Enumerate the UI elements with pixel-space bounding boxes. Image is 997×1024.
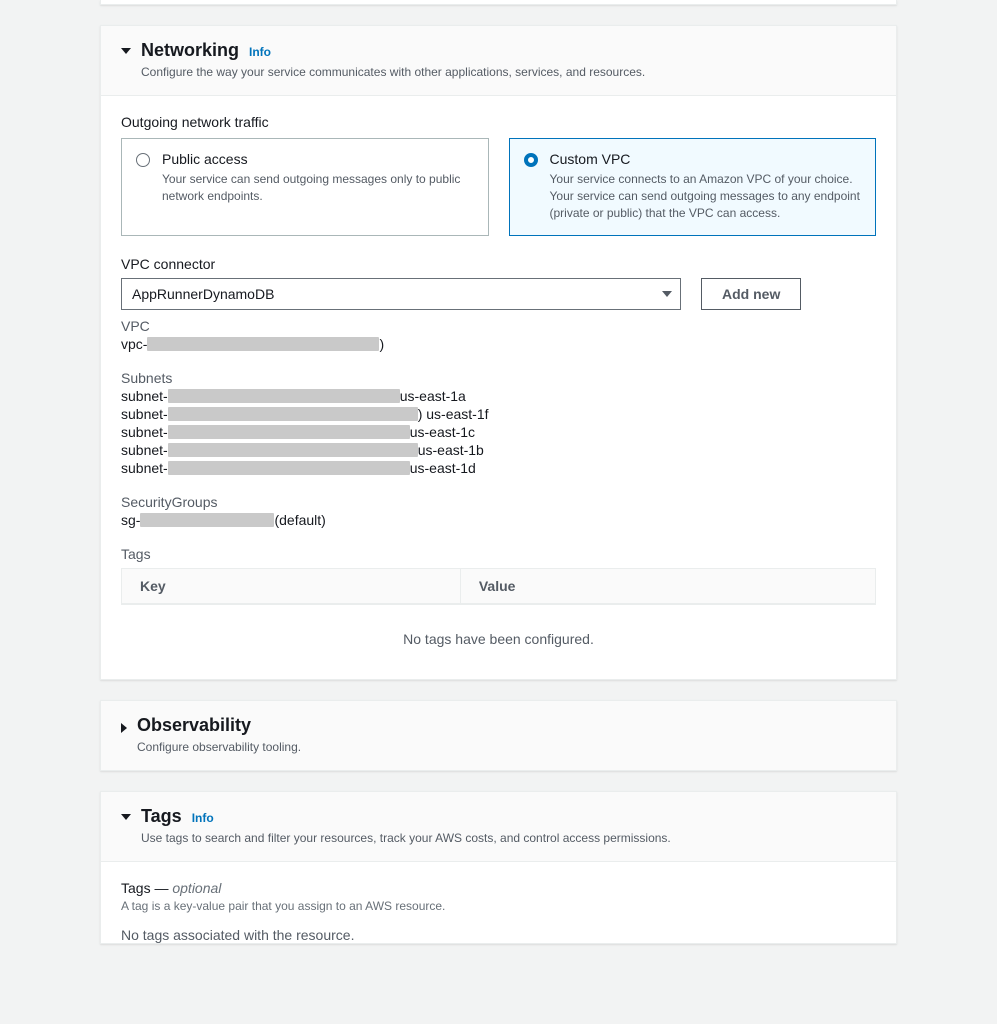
tags-body: Tags — optional A tag is a key-value pai… [101,862,896,943]
subnet-row: subnet- us-east-1d [121,460,876,476]
tags-hint: A tag is a key-value pair that you assig… [121,899,876,913]
redacted-value [168,461,410,475]
subnet-row: subnet- us-east-1a [121,388,876,404]
caret-right-icon[interactable] [121,723,127,733]
redacted-value [168,389,400,403]
networking-desc: Configure the way your service communica… [141,65,876,79]
tags-sub-label: Tags [121,546,876,562]
networking-title: Networking [141,40,239,61]
radio-public-title: Public access [162,151,474,167]
chevron-down-icon [662,291,672,297]
observability-panel: Observability Configure observability to… [100,700,897,771]
tags-empty-msg: No tags have been configured. [121,605,876,657]
tags-optional-label: Tags — optional [121,880,876,896]
add-new-button[interactable]: Add new [701,278,801,310]
subnet-row: subnet-) us-east-1f [121,406,876,422]
networking-header: Networking Info Configure the way your s… [101,26,896,96]
radio-public-desc: Your service can send outgoing messages … [162,171,474,205]
tags-table: Key Value [121,568,876,605]
tags-header: Tags Info Use tags to search and filter … [101,792,896,862]
radio-custom-vpc[interactable]: Custom VPC Your service connects to an A… [509,138,877,236]
networking-info-link[interactable]: Info [249,45,271,59]
redacted-value [168,407,418,421]
no-tags-msg: No tags associated with the resource. [121,927,876,943]
redacted-value [168,425,410,439]
vpc-connector-value: AppRunnerDynamoDB [132,286,274,302]
security-group-value: sg- (default) [121,512,876,528]
security-groups-label: SecurityGroups [121,494,876,510]
vpc-value: vpc- ) [121,336,876,352]
networking-panel: Networking Info Configure the way your s… [100,25,897,680]
outgoing-label: Outgoing network traffic [121,114,876,130]
caret-down-icon[interactable] [121,814,131,820]
subnets-label: Subnets [121,370,876,386]
tags-panel: Tags Info Use tags to search and filter … [100,791,897,944]
radio-custom-desc: Your service connects to an Amazon VPC o… [550,171,862,221]
networking-body: Outgoing network traffic Public access Y… [101,96,896,679]
tags-desc: Use tags to search and filter your resou… [141,831,876,845]
radio-public-access[interactable]: Public access Your service can send outg… [121,138,489,236]
tags-col-value: Value [461,569,534,603]
radio-icon [136,153,150,167]
previous-panel-stub [100,0,897,5]
subnet-row: subnet- us-east-1b [121,442,876,458]
vpc-label: VPC [121,318,876,334]
caret-down-icon[interactable] [121,48,131,54]
radio-icon [524,153,538,167]
observability-title: Observability [137,715,251,736]
vpc-connector-field-label: VPC connector [121,256,876,272]
observability-desc: Configure observability tooling. [137,740,876,754]
tags-col-key: Key [122,569,461,603]
radio-custom-title: Custom VPC [550,151,862,167]
tags-title: Tags [141,806,182,827]
redacted-value [140,513,274,527]
subnet-row: subnet- us-east-1c [121,424,876,440]
tags-info-link[interactable]: Info [192,811,214,825]
observability-header: Observability Configure observability to… [101,701,896,770]
redacted-value [147,337,379,351]
vpc-connector-select[interactable]: AppRunnerDynamoDB [121,278,681,310]
redacted-value [168,443,418,457]
